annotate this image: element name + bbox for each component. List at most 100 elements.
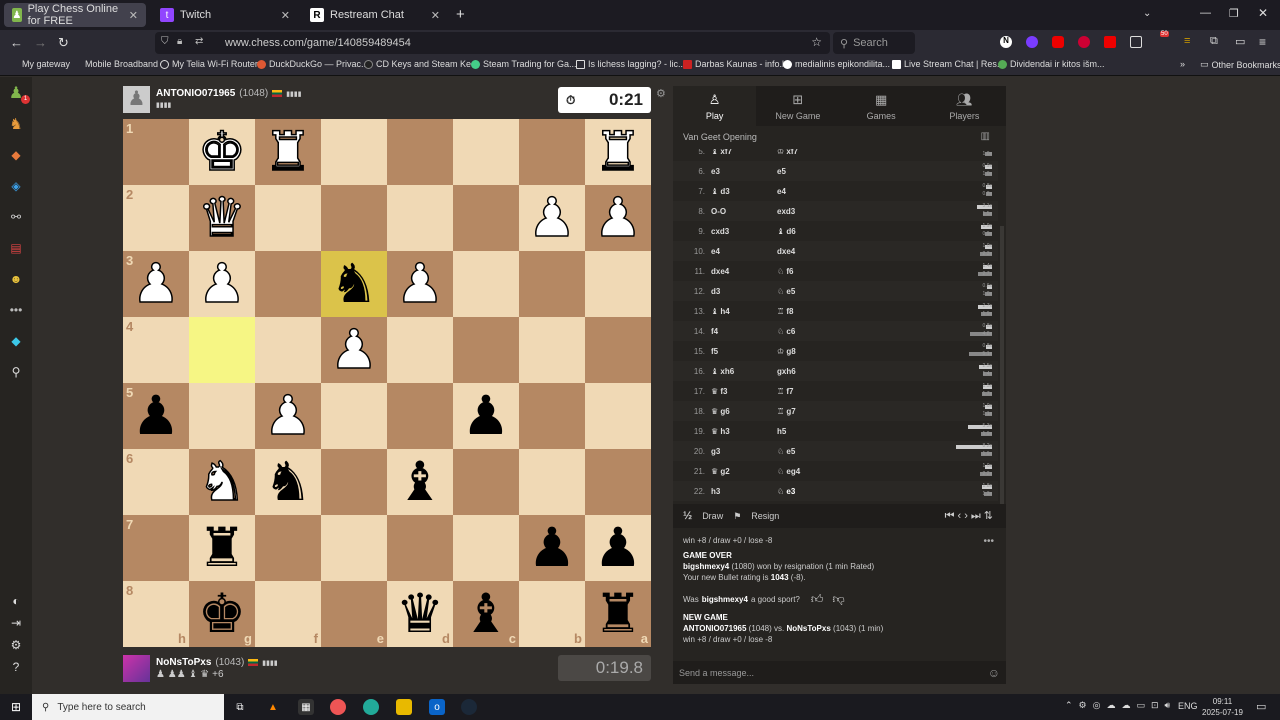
move-list-scrollbar[interactable] xyxy=(1000,226,1004,504)
close-icon[interactable]: ✕ xyxy=(431,9,440,22)
windows-start-icon[interactable]: ⊞ xyxy=(8,699,24,715)
black-move[interactable]: ♔ xf7 xyxy=(777,149,957,156)
piece-g6[interactable]: ♞ xyxy=(189,449,255,515)
taskbar-search[interactable]: ⚲ Type here to search xyxy=(32,694,224,720)
player-link[interactable]: NoNsToPxs xyxy=(786,624,830,633)
tab-twitch[interactable]: t Twitch ✕ xyxy=(152,3,298,27)
black-move[interactable]: ♖ f7 xyxy=(777,387,957,396)
sidebar-toggle-icon[interactable]: ▭ xyxy=(1235,35,1245,48)
square-c3[interactable] xyxy=(453,251,519,317)
piece-f6[interactable]: ♞ xyxy=(255,449,321,515)
bookmark-item[interactable]: Mobile Broadband xyxy=(85,59,158,69)
tab-chess[interactable]: ♟ Play Chess Online for FREE ✕ xyxy=(4,3,146,27)
white-move[interactable]: h3 xyxy=(711,487,777,496)
bookmark-item[interactable]: Live Stream Chat | Res... xyxy=(892,59,1004,69)
draw-button[interactable]: Draw xyxy=(702,511,723,521)
square-b4[interactable] xyxy=(519,317,585,383)
white-move[interactable]: d3 xyxy=(711,287,777,296)
white-move[interactable]: ♛ h3 xyxy=(711,427,777,436)
white-move[interactable]: f4 xyxy=(711,327,777,336)
move-navigation-icons[interactable]: ⏮‹›⏭⇅ xyxy=(945,509,996,523)
system-tray-icons[interactable]: ⌃⚙◎☁☁▭⊡🔊︎ xyxy=(1065,700,1176,711)
player-link[interactable]: ANTONIO071965 xyxy=(683,624,746,633)
extensions-puzzle-icon[interactable]: ⧉ xyxy=(1210,35,1218,48)
black-move[interactable]: exd3 xyxy=(777,207,957,216)
avatar[interactable] xyxy=(123,655,150,682)
piece-f5[interactable]: ♟ xyxy=(255,383,321,449)
new-tab-plus-icon[interactable]: + xyxy=(456,6,465,23)
square-d5[interactable] xyxy=(387,383,453,449)
extension-record-icon[interactable] xyxy=(1078,36,1090,48)
square-c2[interactable] xyxy=(453,185,519,251)
square-h1[interactable]: 1 xyxy=(123,119,189,185)
piece-h3[interactable]: ♟ xyxy=(123,251,189,317)
black-move[interactable]: gxh6 xyxy=(777,367,957,376)
black-move[interactable]: ♔ g8 xyxy=(777,347,957,356)
black-move[interactable]: h5 xyxy=(777,427,957,436)
piece-g7[interactable]: ♜ xyxy=(189,515,255,581)
reload-icon[interactable]: ↻ xyxy=(58,35,69,51)
bookmark-item[interactable]: Steam Trading for Ga... xyxy=(471,59,577,69)
piece-a7[interactable]: ♟ xyxy=(585,515,651,581)
square-g4[interactable] xyxy=(189,317,255,383)
social-icon[interactable]: ☻ xyxy=(7,270,25,288)
piece-d8[interactable]: ♛ xyxy=(387,581,453,647)
clock[interactable]: 09:11 2025-07-19 xyxy=(1200,696,1245,718)
square-h6[interactable]: 6 xyxy=(123,449,189,515)
white-move[interactable]: ♛ f3 xyxy=(711,387,777,396)
notifications-icon[interactable]: ▭ xyxy=(1256,700,1266,713)
square-d1[interactable] xyxy=(387,119,453,185)
piece-f1[interactable]: ♜ xyxy=(255,119,321,185)
thumbs-up-icon[interactable]: 👍︎ xyxy=(811,592,824,607)
window-close-icon[interactable]: ✕ xyxy=(1258,6,1268,20)
square-f7[interactable] xyxy=(255,515,321,581)
white-move[interactable]: g3 xyxy=(711,447,777,456)
piece-e3[interactable]: ♞ xyxy=(321,251,387,317)
edge-icon[interactable] xyxy=(363,699,379,715)
extension-screen-icon[interactable] xyxy=(1130,36,1142,48)
piece-a8[interactable]: ♜ xyxy=(585,581,651,647)
square-h2[interactable]: 2 xyxy=(123,185,189,251)
piece-g1[interactable]: ♚ xyxy=(189,119,255,185)
avatar[interactable]: ♟ xyxy=(123,86,150,113)
square-c7[interactable] xyxy=(453,515,519,581)
white-move[interactable]: ♛ g6 xyxy=(711,407,777,416)
black-move[interactable]: ♘ e5 xyxy=(777,447,957,456)
search-icon[interactable]: ⚲ xyxy=(7,363,25,381)
black-move[interactable]: e5 xyxy=(777,167,957,176)
square-e7[interactable] xyxy=(321,515,387,581)
theme-toggle-icon[interactable]: ◐ xyxy=(7,592,25,610)
bookmark-star-icon[interactable]: ☆ xyxy=(811,35,822,49)
youtube-alt-icon[interactable] xyxy=(1104,36,1116,48)
white-move[interactable]: ♝ xh6 xyxy=(711,367,777,376)
menu-icon[interactable]: ≡ xyxy=(1259,35,1266,49)
tab-list-chevron-icon[interactable]: ⌄ xyxy=(1143,8,1151,19)
piece-b7[interactable]: ♟ xyxy=(519,515,585,581)
extension-n-icon[interactable]: N xyxy=(1000,36,1012,48)
square-b6[interactable] xyxy=(519,449,585,515)
piece-a2[interactable]: ♟ xyxy=(585,185,651,251)
tab-new-game[interactable]: ⊞ New Game xyxy=(756,86,839,126)
piece-a1[interactable]: ♜ xyxy=(585,119,651,185)
other-bookmarks[interactable]: ▭ Other Bookmarks xyxy=(1200,59,1280,70)
resign-button[interactable]: Resign xyxy=(751,511,779,521)
piece-g2[interactable]: ♛ xyxy=(189,185,255,251)
black-move[interactable]: ♘ eg4 xyxy=(777,467,957,476)
puzzles-icon[interactable]: ♞ xyxy=(7,115,25,133)
bookmarks-overflow-icon[interactable]: » xyxy=(1180,59,1185,69)
file-explorer-icon[interactable] xyxy=(396,699,412,715)
black-move[interactable]: ♘ e3 xyxy=(777,487,957,496)
collapse-icon[interactable]: ⇥ xyxy=(7,614,25,632)
outlook-icon[interactable]: o xyxy=(429,699,445,715)
white-move[interactable]: dxe4 xyxy=(711,267,777,276)
minimize-icon[interactable]: — xyxy=(1200,7,1211,19)
bookmark-item[interactable]: Darbas Kaunas - info.lt xyxy=(683,59,787,69)
back-arrow-icon[interactable]: ← xyxy=(10,35,23,50)
extension-fox-icon[interactable]: ≡ xyxy=(1184,35,1190,47)
black-move[interactable]: e4 xyxy=(777,187,957,196)
bookmark-item[interactable]: My gateway xyxy=(22,59,70,69)
white-move[interactable]: ♝ h4 xyxy=(711,307,777,316)
white-move[interactable]: e3 xyxy=(711,167,777,176)
square-f4[interactable] xyxy=(255,317,321,383)
black-move[interactable]: ♘ c6 xyxy=(777,327,957,336)
